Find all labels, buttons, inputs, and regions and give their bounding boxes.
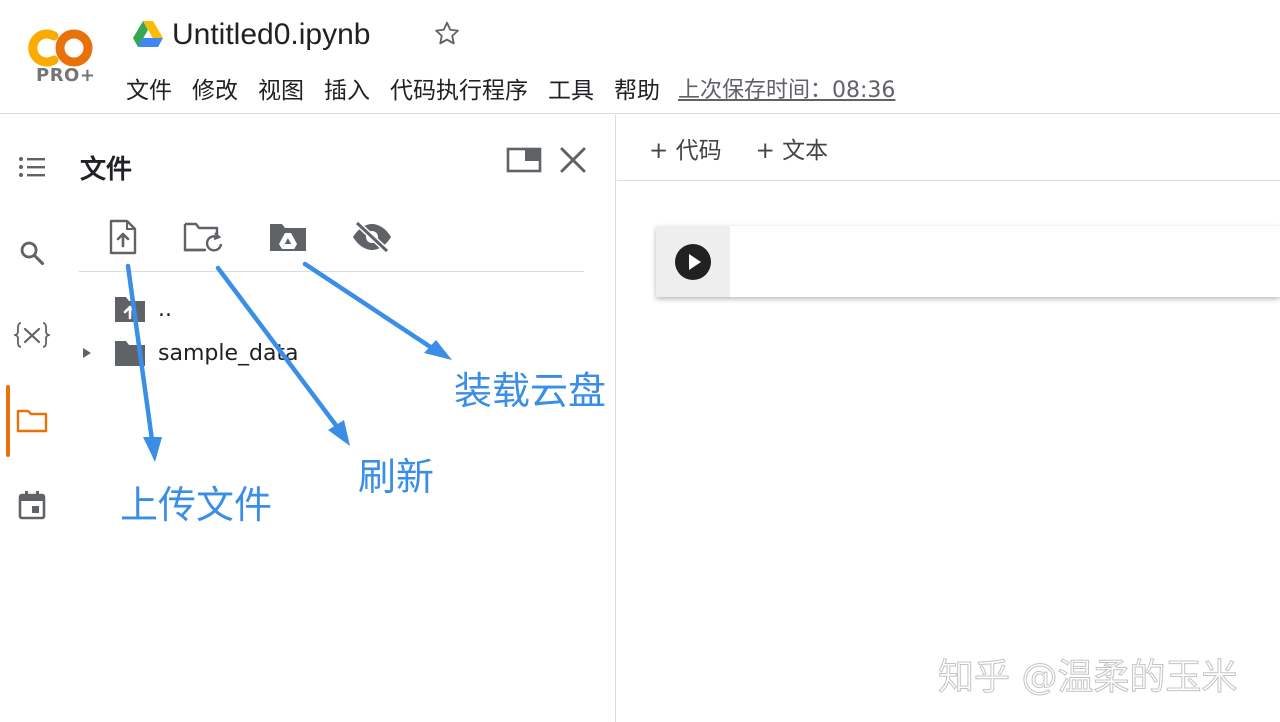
- menu-bar: 文件 修改 视图 插入 代码执行程序 工具 帮助 上次保存时间：08:36: [116, 70, 895, 106]
- tree-item-label: ..: [158, 296, 172, 322]
- upload-button[interactable]: [101, 215, 145, 259]
- toc-icon: [19, 157, 45, 177]
- code-editor[interactable]: [730, 226, 1280, 297]
- tree-item-label: sample_data: [158, 340, 299, 366]
- upload-file-icon: [109, 219, 137, 255]
- annotation-refresh-label: 刷新: [358, 455, 435, 499]
- tree-item-parent[interactable]: ..: [114, 291, 172, 327]
- files-panel: 文件 .. sample_data: [64, 115, 616, 722]
- menu-view[interactable]: 视图: [248, 71, 314, 105]
- rail-calendar-button[interactable]: [12, 485, 52, 525]
- add-text-button[interactable]: + 文本: [756, 131, 829, 165]
- left-rail: [0, 115, 64, 722]
- rail-toc-button[interactable]: [12, 147, 52, 187]
- add-code-button[interactable]: + 代码: [649, 131, 722, 165]
- refresh-button[interactable]: [182, 215, 226, 259]
- last-saved-link[interactable]: 上次保存时间：08:36: [678, 72, 895, 104]
- search-icon: [20, 241, 45, 266]
- calendar-icon: [18, 491, 46, 520]
- mount-drive-button[interactable]: [266, 215, 310, 259]
- watermark-text: 知乎 @温柔的玉米: [937, 657, 1238, 699]
- folder-icon: [115, 341, 145, 366]
- folder-up-icon: [115, 297, 145, 322]
- refresh-folder-icon: [183, 222, 223, 252]
- menu-tools[interactable]: 工具: [538, 71, 604, 105]
- run-cell-icon[interactable]: [674, 243, 712, 281]
- star-icon[interactable]: [432, 19, 462, 49]
- folder-icon: [16, 409, 48, 433]
- rail-search-button[interactable]: [12, 233, 52, 273]
- notebook-title[interactable]: Untitled0.ipynb: [172, 18, 370, 52]
- top-header: PRO+ Untitled0.ipynb 文件 修改 视图 插入 代码执行程序 …: [0, 0, 1280, 114]
- rail-files-button[interactable]: [12, 401, 52, 441]
- menu-file[interactable]: 文件: [116, 71, 182, 105]
- panel-divider: [79, 271, 584, 272]
- menu-insert[interactable]: 插入: [314, 71, 380, 105]
- tree-item-sample-data[interactable]: sample_data: [80, 335, 299, 371]
- hide-files-icon: [353, 221, 391, 253]
- open-in-tab-icon[interactable]: [506, 145, 542, 175]
- pro-plus-badge: PRO+: [36, 65, 96, 86]
- menu-runtime[interactable]: 代码执行程序: [380, 71, 538, 105]
- variables-icon: [14, 322, 50, 348]
- panel-title: 文件: [80, 155, 133, 185]
- menu-edit[interactable]: 修改: [182, 71, 248, 105]
- mount-drive-icon: [270, 224, 306, 251]
- rail-variables-button[interactable]: [12, 315, 52, 355]
- menu-help[interactable]: 帮助: [604, 71, 670, 105]
- annotation-mount-label: 装载云盘: [454, 369, 607, 413]
- annotation-upload-label: 上传文件: [120, 483, 273, 527]
- close-icon[interactable]: [558, 145, 588, 175]
- code-cell: [656, 226, 1280, 297]
- notebook-toolbar: + 代码 + 文本: [617, 115, 1280, 181]
- chevron-right-icon[interactable]: [80, 345, 94, 361]
- google-drive-icon: [133, 21, 163, 47]
- rail-active-indicator: [6, 385, 10, 457]
- cell-gutter: [656, 226, 730, 297]
- toggle-hidden-files-button[interactable]: [350, 215, 394, 259]
